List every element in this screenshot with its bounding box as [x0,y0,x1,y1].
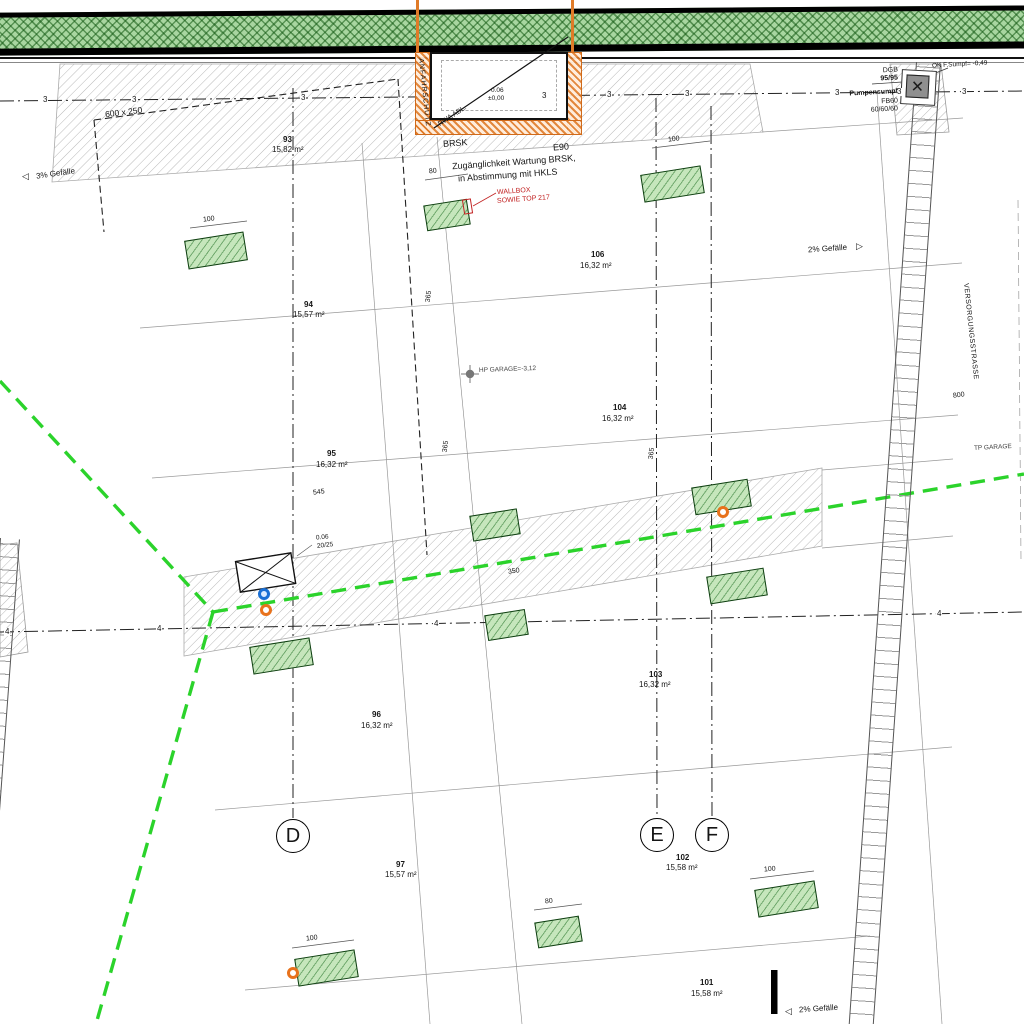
sign-marker-icon [258,588,270,600]
space-number: 103 [649,671,662,679]
axis-label-3: 3 [300,94,306,102]
dim-365: 365 [425,290,433,302]
charging-point-icon [717,506,729,518]
space-area: 16,32 m² [361,722,393,730]
space-number: 102 [676,854,689,862]
axis-label-4: 4 [936,610,942,618]
space-number: 101 [700,979,713,987]
brsk-label: BRSK [443,138,468,149]
axis-label-3: 3 [606,91,612,99]
elevation-top: 0.06 [491,88,504,95]
axis-label-4: 4 [433,620,439,628]
slope-arrow-left-icon: ◁ [22,172,29,181]
space-number: 97 [396,861,405,869]
dim-100: 100 [306,934,318,942]
space-area: 16,32 m² [580,262,612,270]
grid-bubble-f: F [695,818,729,852]
space-area: 16,32 m² [602,415,634,423]
dim-100: 100 [203,215,215,223]
elevation-zero: ±0,00 [488,96,504,103]
charging-point-icon [287,967,299,979]
space-area: 15,58 m² [691,990,723,998]
dim-80: 80 [545,898,553,906]
rwa-flap-diagonal [410,24,590,134]
dim-365: 365 [648,447,656,459]
grid-bubble-e: E [640,818,674,852]
dim-80: 80 [429,168,437,176]
space-area: 15,57 m² [293,311,325,319]
axis-label-3: 3 [961,88,967,96]
section-marker-bar [771,970,778,1014]
fire-rating-label: E90 [553,142,570,152]
axis-label-4: 4 [156,625,162,633]
space-number: 96 [372,711,381,719]
space-number: 104 [613,404,626,412]
axis-label-3: 3 [541,92,547,100]
space-area: 15,57 m² [385,871,417,879]
axis-label-3: 3 [131,96,137,104]
grid-letter: F [706,824,718,847]
pump-sump-icon: ✕ [905,74,929,98]
hp-garage-marker [461,365,479,383]
space-area: 15,58 m² [666,864,698,872]
axis-label-3: 3 [684,90,690,98]
dim-365: 365 [442,440,450,452]
dim-100: 100 [764,866,776,874]
space-number: 93 [283,136,292,144]
space-area: 15,82 m² [272,146,304,154]
dim-100: 100 [668,135,680,143]
charging-point-icon [260,604,272,616]
slope-arrow-bottom-icon: ◁ [785,1007,792,1016]
grid-letter: E [650,824,663,847]
grid-letter: D [286,825,300,848]
axis-label-4: 4 [4,628,10,636]
slope-arrow-right-icon: ▷ [856,242,863,251]
grid-bubble-d: D [276,819,310,853]
site-plan-canvas: ✕ D E F 3 3 3 3 3 3 3 3 3 4 4 4 4 93 15,… [0,0,1024,1024]
axis-label-3: 3 [42,96,48,104]
space-number: 95 [327,450,336,458]
space-area: 16,32 m² [316,461,348,469]
space-number: 94 [304,301,313,309]
space-number: 106 [591,251,604,259]
space-area: 16,32 m² [639,681,671,689]
